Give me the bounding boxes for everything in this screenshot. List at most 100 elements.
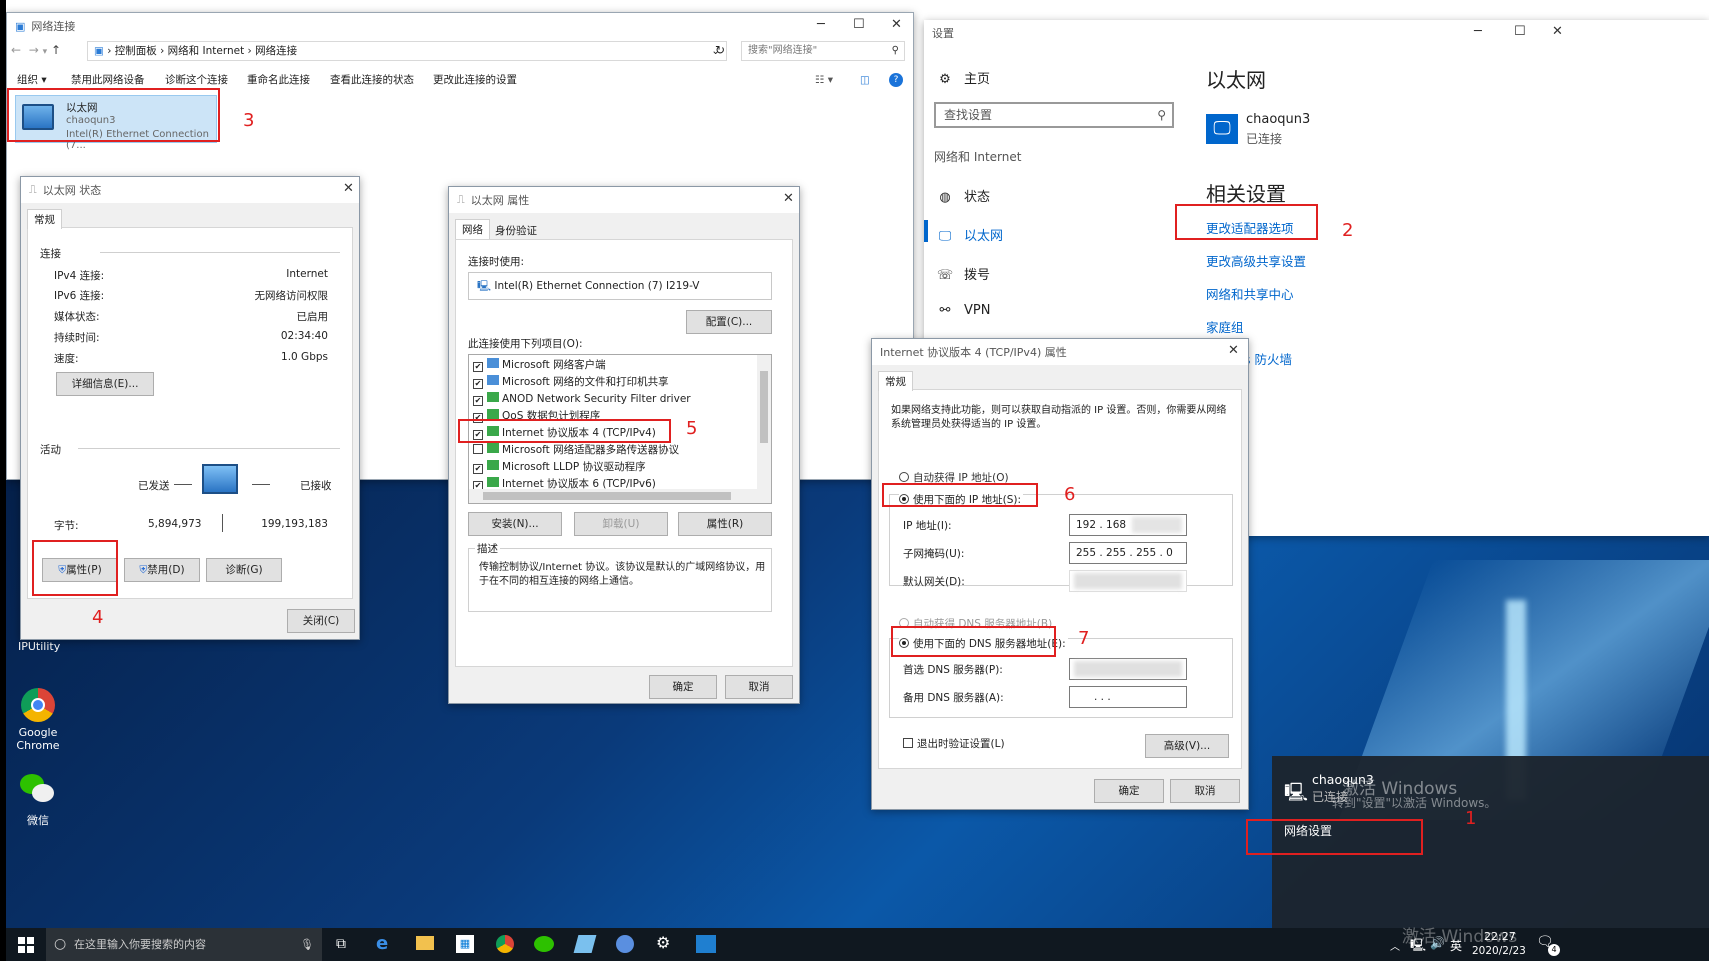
nav-vpn[interactable]: ⚯ VPN (936, 303, 991, 318)
nav-ethernet[interactable]: 🖵 以太网 (936, 225, 1003, 244)
sent-label: 已发送 (138, 480, 170, 492)
search-box[interactable]: 搜索"网络连接" ⚲ (741, 41, 905, 61)
annotation-box-6 (882, 483, 1038, 507)
status-close-btn[interactable]: 关闭(C) (287, 609, 355, 633)
settings-taskbar-icon[interactable]: ⚙ (656, 933, 670, 952)
tray-chevron-icon[interactable]: ︿ (1390, 938, 1400, 953)
advanced-button[interactable]: 高级(V)... (1145, 734, 1229, 758)
network-taskbar-icon[interactable] (696, 935, 716, 953)
diagnose-button[interactable]: 诊断(G) (206, 558, 282, 582)
settings-search-input[interactable]: 查找设置 ⚲ (934, 102, 1174, 128)
network-folder-icon: ▣ (15, 19, 26, 33)
link-advanced-sharing[interactable]: 更改高级共享设置 (1206, 251, 1306, 270)
item-properties-button[interactable]: 属性(R) (678, 512, 772, 536)
store-icon[interactable]: ▦ (456, 935, 474, 953)
desktop-icon-iputility[interactable]: IPUtility (6, 640, 66, 653)
props-cancel-button[interactable]: 取消 (725, 675, 793, 699)
nav-dialup[interactable]: ☏ 拨号 (936, 264, 990, 283)
taskbar-search[interactable]: ○ 在这里输入你要搜索的内容 🎙 (46, 928, 322, 961)
status-title: 以太网 状态 (42, 184, 102, 197)
view-options-icon[interactable]: ☷ ▾ (815, 69, 833, 91)
close-button[interactable]: ✕ (891, 17, 902, 32)
settings-maximize-button[interactable]: ☐ (1514, 24, 1526, 39)
props-ok-button[interactable]: 确定 (649, 675, 717, 699)
settings-minimize-button[interactable]: ─ (1474, 24, 1482, 39)
up-icon[interactable]: ↑ (51, 43, 61, 57)
toolbar-rename[interactable]: 重命名此连接 (247, 69, 310, 91)
start-icon[interactable] (18, 937, 34, 953)
tab-network[interactable]: 网络 (455, 219, 490, 239)
wechat-icon (20, 774, 56, 804)
settings-close-button[interactable]: ✕ (1552, 24, 1563, 39)
details-button[interactable]: 详细信息(E)... (56, 372, 154, 396)
checkbox-icon[interactable] (473, 444, 483, 454)
status-close-button[interactable]: ✕ (343, 181, 354, 196)
toolbar-change-settings[interactable]: 更改此连接的设置 (433, 69, 517, 91)
app-taskbar-icon[interactable] (573, 935, 597, 953)
tray-network-icon[interactable]: 🖳 (1410, 936, 1426, 957)
protocol-item[interactable]: ✔ Microsoft 网络客户端 (473, 357, 606, 374)
subnet-mask-field[interactable]: 255 . 255 . 255 . 0 (1069, 542, 1187, 564)
volume-icon[interactable]: 🔊 (1430, 936, 1445, 950)
toolbar-view-status[interactable]: 查看此连接的状态 (330, 69, 414, 91)
breadcrumb-2[interactable]: 网络连接 (255, 45, 297, 57)
link-homegroup[interactable]: 家庭组 (1206, 317, 1244, 336)
globe-taskbar-icon[interactable] (616, 935, 634, 953)
breadcrumb-0[interactable]: 控制面板 (115, 45, 157, 57)
props-close-button[interactable]: ✕ (783, 191, 794, 206)
clock-date[interactable]: 2020/2/23 (1472, 945, 1526, 957)
file-explorer-icon[interactable] (416, 936, 434, 950)
tab-general[interactable]: 常规 (27, 209, 62, 229)
checkbox-icon[interactable]: ✔ (473, 379, 483, 389)
ethernet-monitor-icon: 🖵 (1206, 114, 1238, 144)
ip-address-field[interactable]: 192 . 168 (1069, 514, 1187, 536)
nav-status[interactable]: ◍ 状态 (936, 186, 990, 205)
desktop-icon-chrome[interactable]: Google Chrome (8, 688, 68, 752)
address-bar[interactable]: ▣ › 控制面板 › 网络和 Internet › 网络连接 ⌄ (87, 41, 727, 61)
task-view-icon[interactable]: ⧉ (336, 936, 346, 952)
edge-icon[interactable]: e (376, 933, 388, 954)
ipv4-tab-general[interactable]: 常规 (878, 371, 913, 391)
checkbox-icon[interactable]: ✔ (473, 464, 483, 474)
refresh-icon[interactable]: ↻ (715, 43, 725, 57)
redacted-blur (1074, 661, 1182, 677)
list-hscrollbar[interactable] (469, 489, 771, 503)
protocol-item[interactable]: ✔ ANOD Network Security Filter driver (473, 391, 691, 408)
protocol-item[interactable]: Microsoft 网络适配器多路传送器协议 (473, 442, 679, 459)
ipv4-cancel-button[interactable]: 取消 (1170, 779, 1240, 803)
media-label: 媒体状态: (54, 311, 100, 323)
install-button[interactable]: 安装(N)... (468, 512, 562, 536)
ime-indicator[interactable]: 英 (1450, 937, 1462, 954)
checkbox-icon[interactable]: ✔ (473, 362, 483, 372)
clock-time[interactable]: 22:27 (1484, 930, 1516, 943)
alternate-dns-field[interactable]: . . . (1069, 686, 1187, 708)
gateway-field[interactable] (1069, 570, 1187, 592)
configure-button[interactable]: 配置(C)... (686, 310, 772, 334)
list-scrollbar[interactable] (757, 355, 771, 489)
ethernet-connection-card[interactable]: 🖵 chaoqun3 已连接 (1206, 112, 1346, 148)
ipv4-ok-button[interactable]: 确定 (1094, 779, 1164, 803)
checkbox-icon[interactable]: ✔ (473, 396, 483, 406)
maximize-button[interactable]: ☐ (853, 17, 865, 32)
forward-icon[interactable]: → (29, 43, 39, 57)
back-icon[interactable]: ← (11, 43, 21, 57)
help-icon[interactable]: ? (889, 73, 903, 87)
wechat-taskbar-icon[interactable] (534, 936, 554, 952)
minimize-button[interactable]: ─ (817, 17, 825, 32)
settings-home[interactable]: ⚙ 主页 (936, 68, 990, 87)
protocol-item[interactable]: ✔ Microsoft LLDP 协议驱动程序 (473, 459, 646, 476)
ipv4-close-button[interactable]: ✕ (1228, 343, 1239, 358)
link-sharing-center[interactable]: 网络和共享中心 (1206, 284, 1294, 303)
uninstall-button[interactable]: 卸载(U) (574, 512, 668, 536)
chrome-taskbar-icon[interactable] (496, 935, 514, 953)
preferred-dns-field[interactable] (1069, 658, 1187, 680)
breadcrumb-1[interactable]: 网络和 Internet (168, 45, 245, 57)
link-firewall[interactable]: s 防火墙 (1244, 349, 1292, 368)
validate-checkbox[interactable]: 退出时验证设置(L) (903, 736, 1005, 751)
tab-authentication[interactable]: 身份验证 (495, 223, 537, 238)
preview-pane-icon[interactable]: ◫ (860, 69, 870, 91)
desktop-icon-wechat[interactable]: 微信 (8, 774, 68, 828)
microphone-icon[interactable]: 🎙 (300, 928, 314, 961)
protocol-item[interactable]: ✔ Microsoft 网络的文件和打印机共享 (473, 374, 669, 391)
disable-button[interactable]: ⛨禁用(D) (124, 558, 200, 582)
